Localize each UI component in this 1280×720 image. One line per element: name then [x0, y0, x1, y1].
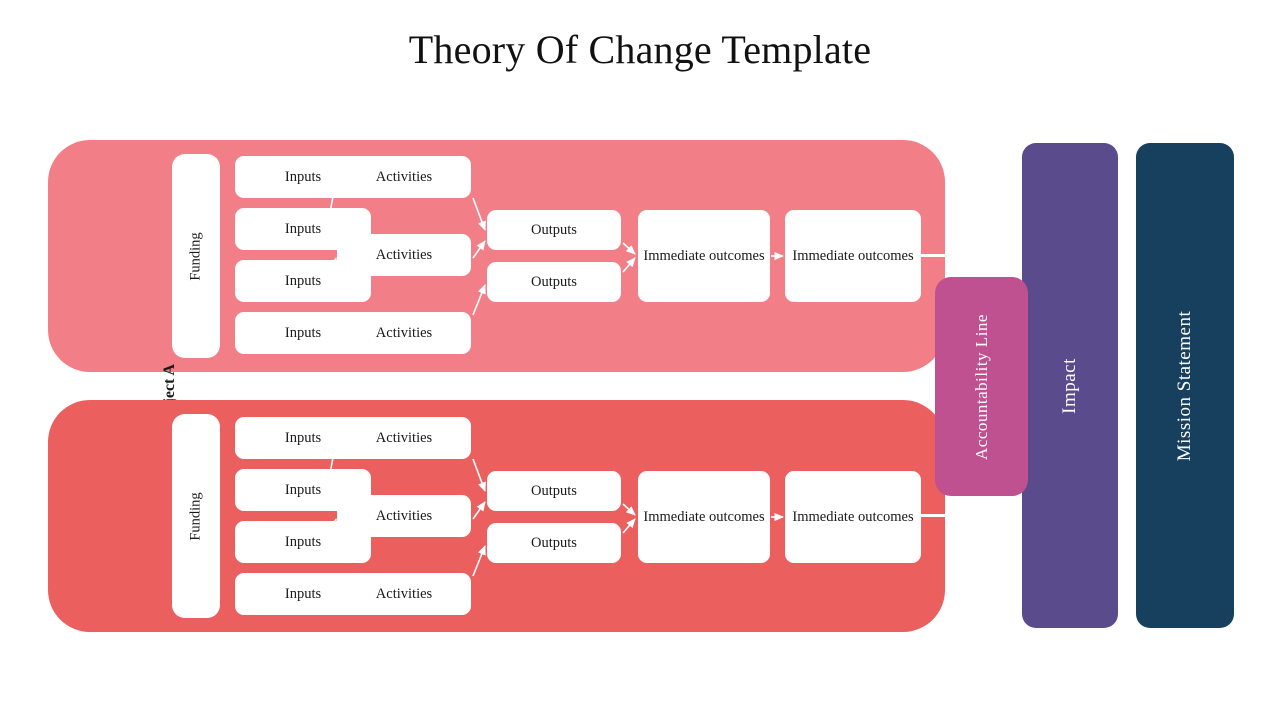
project-a-activity-3[interactable]: Activities [337, 312, 471, 354]
project-b-funding-box[interactable]: Funding [172, 414, 220, 618]
accountability-line-label: Accountability Line [971, 313, 991, 460]
mission-statement-panel[interactable]: Mission Statement [1136, 143, 1234, 628]
impact-panel[interactable]: Impact [1022, 143, 1118, 628]
project-a-outcome-2[interactable]: Immediate outcomes [785, 210, 921, 302]
mission-statement-label: Mission Statement [1174, 310, 1196, 461]
project-b-swimlane[interactable]: Project B Funding Inputs Inputs Inputs I… [48, 400, 945, 632]
accountability-line-panel[interactable]: Accountability Line [935, 277, 1028, 496]
project-b-outcome-2[interactable]: Immediate outcomes [785, 471, 921, 563]
project-b-outcome-1[interactable]: Immediate outcomes [638, 471, 770, 563]
project-a-swimlane[interactable]: Project A Funding Inputs Inputs Inputs I… [48, 140, 945, 428]
project-a-output-1[interactable]: Outputs [487, 210, 621, 250]
project-b-activity-2[interactable]: Activities [337, 495, 471, 537]
impact-label: Impact [1058, 357, 1080, 414]
project-a-accountability-notch [917, 254, 945, 257]
project-b-funding-label: Funding [187, 491, 204, 541]
project-a-funding-box[interactable]: Funding [172, 154, 220, 358]
project-b-output-2[interactable]: Outputs [487, 523, 621, 563]
page-title: Theory Of Change Template [408, 27, 872, 72]
project-a-activity-2[interactable]: Activities [337, 234, 471, 276]
slide-canvas: Theory Of Change Template Project A Fund… [0, 0, 1280, 720]
project-a-output-2[interactable]: Outputs [487, 262, 621, 302]
project-a-outcome-1[interactable]: Immediate outcomes [638, 210, 770, 302]
project-b-activity-3[interactable]: Activities [337, 573, 471, 615]
project-a-funding-label: Funding [187, 231, 204, 281]
project-b-activity-1[interactable]: Activities [337, 417, 471, 459]
project-a-activity-1[interactable]: Activities [337, 156, 471, 198]
project-b-output-1[interactable]: Outputs [487, 471, 621, 511]
project-b-accountability-notch [917, 514, 945, 517]
